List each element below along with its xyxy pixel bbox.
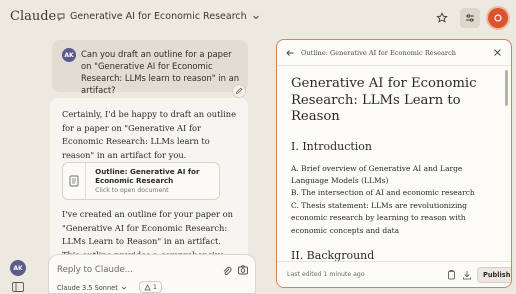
user-message-text: Can you draft an outline for a paper on … [81,49,240,95]
claude-spark-icon [494,14,502,22]
document-icon [63,163,87,199]
last-edited-status: Last edited 1 minute ago [287,271,365,278]
download-icon[interactable] [461,269,473,281]
style-count: 1 [153,283,157,291]
section-heading-background: II. Background [291,248,375,262]
introduction-items: A. Brief overview of Generative AI and L… [291,163,499,237]
artifact-card-title: Outline: Generative AI for Economic Rese… [95,167,200,185]
chevron-down-icon [252,15,259,19]
artifact-panel-title: Outline: Generative AI for Economic Rese… [301,49,457,57]
settings-button[interactable] [460,8,480,28]
publish-button[interactable]: Publish [477,267,511,283]
sliders-icon [466,14,474,22]
model-selector[interactable]: Claude 3.5 Sonnet [57,284,127,292]
brand-logo[interactable]: Claude [10,9,56,24]
style-chip[interactable]: 1 [139,281,162,293]
person-icon [144,283,151,290]
top-bar: Claude Generative AI for Economic Resear… [0,0,516,36]
camera-icon[interactable] [237,264,249,276]
user-message: AK Can you draft an outline for a paper … [52,40,248,95]
chat-title-text: Generative AI for Economic Research [70,11,247,22]
message-composer: Reply to Claude... Claude 3.5 Sonnet 1 [48,254,256,294]
artifact-panel-header: Outline: Generative AI for Economic Rese… [277,40,511,66]
document-scrollbar[interactable] [505,70,508,106]
artifact-panel-footer: Last edited 1 minute ago Publish [277,261,511,287]
chevron-down-icon [121,286,127,290]
sidebar-toggle-icon[interactable] [12,282,24,292]
artifact-card-subtitle: Click to open document [95,186,169,194]
back-arrow-icon[interactable] [285,48,295,58]
artifact-card[interactable]: Outline: Generative AI for Economic Rese… [62,162,220,200]
paperclip-icon[interactable] [221,265,233,277]
assistant-intro-text: Certainly, I'd be happy to draft an outl… [62,109,237,160]
profile-avatar[interactable]: AK [10,260,26,276]
account-avatar[interactable] [488,8,508,28]
chat-bubble-icon [57,13,65,21]
section-heading-introduction: I. Introduction [291,139,373,153]
list-item: A. Brief overview of Generative AI and L… [291,163,463,185]
reply-input[interactable]: Reply to Claude... [57,265,133,275]
model-name: Claude 3.5 Sonnet [57,284,118,292]
edit-message-button[interactable] [232,84,246,98]
artifact-panel: Outline: Generative AI for Economic Rese… [276,39,512,288]
list-item: C. Thesis statement: LLMs are revolution… [291,200,467,235]
pencil-icon [236,87,243,94]
artifact-document: Generative AI for Economic Research: LLM… [291,72,499,262]
copy-icon[interactable] [445,269,457,281]
star-icon [436,12,448,23]
star-button[interactable] [432,8,452,28]
document-title: Generative AI for Economic Research: LLM… [291,76,477,124]
close-icon[interactable] [492,47,503,58]
user-avatar: AK [62,48,76,62]
chat-title-dropdown[interactable]: Generative AI for Economic Research [56,11,261,22]
list-item: B. The intersection of AI and economic r… [291,188,475,198]
